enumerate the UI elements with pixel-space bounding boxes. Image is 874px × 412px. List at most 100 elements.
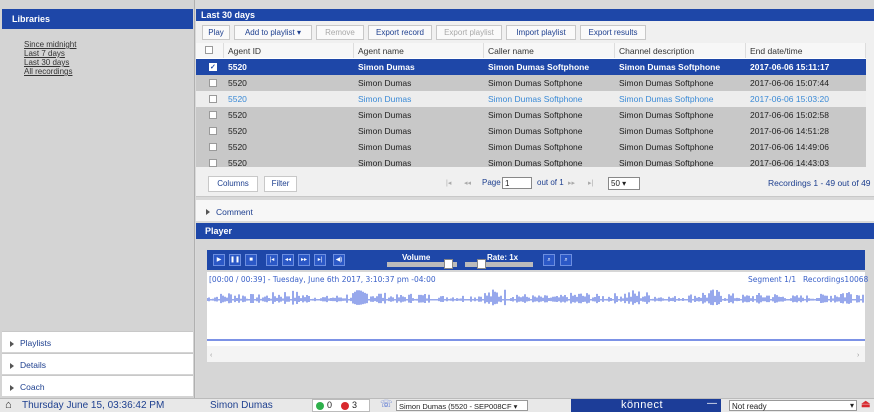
speaker-icon[interactable]: ◀) bbox=[333, 254, 345, 266]
row-checkbox[interactable] bbox=[209, 95, 217, 103]
chevron-down-icon: ▾ bbox=[622, 179, 627, 188]
row-checkbox[interactable] bbox=[209, 127, 217, 135]
cell-channel-description: Simon Dumas Softphone bbox=[619, 142, 714, 152]
rewind-icon[interactable]: ◂◂ bbox=[282, 254, 294, 266]
chevron-down-icon: ▾ bbox=[297, 28, 302, 37]
accordion-playlists[interactable]: Playlists bbox=[2, 331, 193, 352]
logout-icon[interactable]: ⏏ bbox=[861, 399, 870, 410]
page-size-select[interactable]: 50 ▾ bbox=[608, 177, 640, 190]
chevron-down-icon: ▾ bbox=[513, 402, 518, 411]
fast-forward-icon[interactable]: ▸▸ bbox=[298, 254, 310, 266]
waveform-area[interactable]: [00:00 / 00:39] - Tuesday, June 6th 2017… bbox=[207, 272, 868, 362]
availability-select[interactable]: Not ready ▾ bbox=[729, 400, 857, 411]
row-checkbox[interactable] bbox=[209, 111, 217, 119]
cell-agent-name: Simon Dumas bbox=[358, 158, 412, 167]
select-all-header[interactable] bbox=[196, 43, 224, 58]
skip-start-icon[interactable]: |◂ bbox=[266, 254, 278, 266]
cell-channel-description: Simon Dumas Softphone bbox=[619, 62, 721, 72]
skip-end-icon[interactable]: ▸| bbox=[314, 254, 326, 266]
play-button[interactable]: Play bbox=[202, 25, 230, 40]
export-playlist-button[interactable]: Export playlist bbox=[436, 25, 502, 40]
play-icon[interactable]: ▶ bbox=[213, 254, 225, 266]
table-row[interactable]: 5520 Simon Dumas Simon Dumas Softphone Simo… bbox=[196, 139, 866, 155]
comment-section[interactable]: Comment bbox=[196, 200, 874, 221]
cell-agent-name: Simon Dumas bbox=[358, 142, 412, 152]
page-number-input[interactable]: 1 bbox=[502, 177, 532, 189]
next-page-icon[interactable]: ▸▸ bbox=[568, 179, 575, 187]
remove-button[interactable]: Remove bbox=[316, 25, 364, 40]
status-bar: ⌂ Thursday June 15, 03:36:42 PM Simon Du… bbox=[0, 398, 874, 412]
red-dot-icon bbox=[341, 402, 349, 410]
filter-button[interactable]: Filter bbox=[264, 176, 297, 192]
comment-label: Comment bbox=[216, 207, 253, 217]
toolbar: Play Add to playlist ▾ Remove Export rec… bbox=[196, 21, 874, 43]
cell-channel-description: Simon Dumas Softphone bbox=[619, 78, 714, 88]
cell-caller-name: Simon Dumas Softphone bbox=[488, 110, 583, 120]
brand-banner: könnect — bbox=[571, 398, 721, 412]
volume-slider-handle[interactable] bbox=[444, 259, 453, 269]
stop-icon[interactable]: ■ bbox=[245, 254, 257, 266]
cell-channel-description: Simon Dumas Softphone bbox=[619, 158, 714, 167]
import-playlist-button[interactable]: Import playlist bbox=[506, 25, 576, 40]
page-total-label: out of 1 bbox=[537, 178, 564, 187]
link-last-7-days[interactable]: Last 7 days bbox=[24, 49, 65, 58]
table-scrollbar[interactable] bbox=[866, 43, 874, 167]
select-all-checkbox[interactable] bbox=[205, 46, 213, 54]
link-last-30-days[interactable]: Last 30 days bbox=[24, 58, 69, 67]
availability-value: Not ready bbox=[732, 402, 767, 411]
zoom-out-icon[interactable]: ⌕ bbox=[543, 254, 555, 266]
last-page-icon[interactable]: ▸| bbox=[588, 179, 593, 187]
cell-agent-id: 5520 bbox=[228, 158, 247, 167]
add-to-playlist-button[interactable]: Add to playlist ▾ bbox=[234, 25, 312, 40]
accordion-details[interactable]: Details bbox=[2, 353, 193, 374]
phone-select[interactable]: Simon Dumas (5520 - SEP008CF ▾ bbox=[396, 400, 528, 411]
prev-page-icon[interactable]: ◂◂ bbox=[464, 179, 471, 187]
status-datetime: Thursday June 15, 03:36:42 PM bbox=[22, 400, 165, 411]
table-row[interactable]: 5520 Simon Dumas Simon Dumas Softphone Simo… bbox=[196, 91, 866, 107]
col-end-datetime[interactable]: End date/time bbox=[746, 43, 866, 58]
col-channel-description[interactable]: Channel description bbox=[615, 43, 746, 58]
segment-label: Segment 1/1 bbox=[748, 275, 797, 284]
cell-agent-id: 5520 bbox=[228, 126, 247, 136]
cell-agent-id: 5520 bbox=[228, 62, 247, 72]
cell-end-datetime: 2017-06-06 15:07:44 bbox=[750, 78, 829, 88]
status-user: Simon Dumas bbox=[210, 400, 273, 411]
accordion-coach[interactable]: Coach bbox=[2, 375, 193, 396]
columns-button[interactable]: Columns bbox=[208, 176, 258, 192]
pause-icon[interactable]: ❚❚ bbox=[229, 254, 241, 266]
export-record-button[interactable]: Export record bbox=[368, 25, 432, 40]
rate-slider-handle[interactable] bbox=[477, 259, 486, 269]
rate-slider[interactable] bbox=[465, 262, 533, 267]
col-agent-id[interactable]: Agent ID bbox=[224, 43, 354, 58]
cell-end-datetime: 2017-06-06 15:03:20 bbox=[750, 94, 829, 104]
row-checkbox[interactable] bbox=[209, 159, 217, 167]
row-checkbox[interactable]: ✓ bbox=[209, 63, 217, 71]
table-row[interactable]: 5520 Simon Dumas Simon Dumas Softphone Simo… bbox=[196, 107, 866, 123]
expand-arrow-icon bbox=[206, 209, 210, 215]
first-page-icon[interactable]: |◂ bbox=[446, 179, 451, 187]
col-agent-name[interactable]: Agent name bbox=[354, 43, 484, 58]
minimize-icon[interactable]: — bbox=[707, 398, 717, 409]
link-since-midnight[interactable]: Since midnight bbox=[24, 40, 76, 49]
table-row[interactable]: 5520 Simon Dumas Simon Dumas Softphone Simo… bbox=[196, 123, 866, 139]
col-caller-name[interactable]: Caller name bbox=[484, 43, 615, 58]
row-checkbox[interactable] bbox=[209, 79, 217, 87]
row-checkbox[interactable] bbox=[209, 143, 217, 151]
export-results-button[interactable]: Export results bbox=[580, 25, 646, 40]
accordion-label: Coach bbox=[20, 382, 45, 392]
player-header: Player bbox=[196, 223, 874, 239]
link-all-recordings[interactable]: All recordings bbox=[24, 67, 72, 76]
waveform-scrollbar[interactable] bbox=[207, 346, 865, 362]
zoom-in-icon[interactable]: ⌕ bbox=[560, 254, 572, 266]
playback-info: [00:00 / 00:39] - Tuesday, June 6th 2017… bbox=[209, 275, 436, 284]
brand-logo: könnect bbox=[621, 399, 664, 411]
home-icon[interactable]: ⌂ bbox=[5, 399, 12, 411]
chevron-down-icon: ▾ bbox=[849, 401, 854, 410]
page-size-value: 50 bbox=[611, 179, 620, 188]
table-row[interactable]: 5520 Simon Dumas Simon Dumas Softphone Simo… bbox=[196, 75, 866, 91]
table-row[interactable]: ✓ 5520 Simon Dumas Simon Dumas Softphone Sim… bbox=[196, 59, 866, 75]
table-row[interactable]: 5520 Simon Dumas Simon Dumas Softphone Simo… bbox=[196, 155, 866, 167]
accordion-label: Playlists bbox=[20, 338, 52, 348]
cell-caller-name: Simon Dumas Softphone bbox=[488, 126, 583, 136]
player-controls: ▶ ❚❚ ■ |◂ ◂◂ ▸▸ ▸| ◀) Volume Rate: 1x ⌕ … bbox=[207, 250, 865, 270]
